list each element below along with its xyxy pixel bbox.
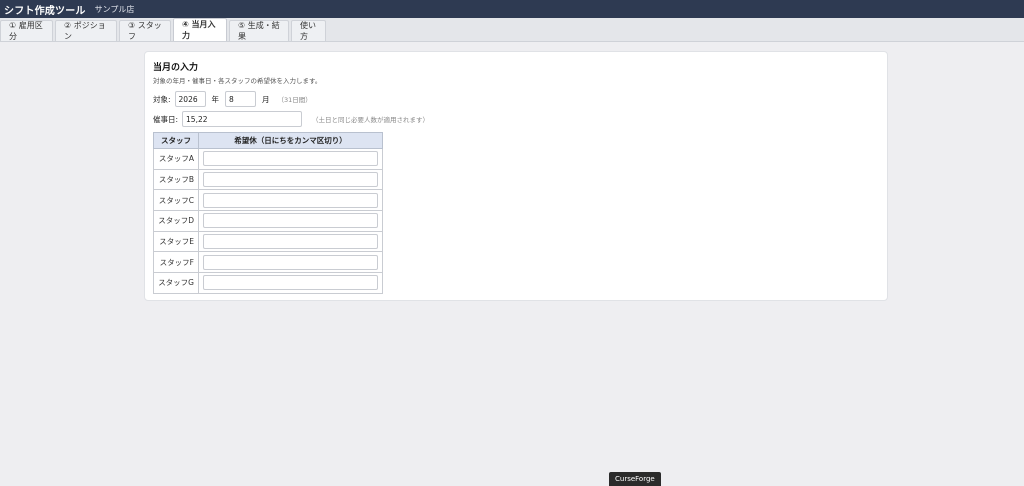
column-header-requested-days-off: 希望休（日にちをカンマ区切り） <box>198 132 383 149</box>
table-row: スタッフF <box>153 251 383 274</box>
tab-positions[interactable]: ② ポジション <box>55 20 117 41</box>
month-unit: 月 <box>262 94 270 104</box>
month-input[interactable]: 8 <box>225 91 257 107</box>
app-title: シフト作成ツール <box>4 5 86 17</box>
column-header-staff: スタッフ <box>153 132 199 149</box>
staff-name: スタッフG <box>153 272 199 294</box>
app-header: シフト作成ツール サンプル店 <box>0 0 1024 18</box>
section-title: 当月の入力 <box>153 63 199 73</box>
event-days-row: 催事日: 15,22 （土日と同じ必要人数が適用されます） <box>153 111 429 127</box>
event-days-label: 催事日: <box>153 114 179 124</box>
tab-monthly-input[interactable]: ④ 当月入力 <box>173 18 227 41</box>
staff-name: スタッフD <box>153 210 199 232</box>
staff-name: スタッフB <box>153 168 199 191</box>
table-header-row: スタッフ 希望休（日にちをカンマ区切り） <box>153 132 383 149</box>
store-name: サンプル店 <box>94 4 135 14</box>
tab-how-to-use[interactable]: 使い方 <box>291 20 326 41</box>
staff-name: スタッフA <box>153 148 199 170</box>
section-description: 対象の年月・催事日・各スタッフの希望休を入力します。 <box>153 77 322 85</box>
staff-holiday-table: スタッフ 希望休（日にちをカンマ区切り） スタッフA スタッフB スタッフC ス… <box>153 132 383 294</box>
table-row: スタッフD <box>153 210 383 232</box>
days-hint: （31日間） <box>277 96 312 104</box>
year-unit: 年 <box>211 94 220 104</box>
requested-days-off-input[interactable] <box>203 275 378 291</box>
requested-days-off-input[interactable] <box>203 172 378 188</box>
event-days-hint: （土日と同じ必要人数が適用されます） <box>312 116 430 124</box>
table-row: スタッフB <box>153 168 383 191</box>
requested-days-off-input[interactable] <box>203 192 378 208</box>
target-month-row: 対象: 2026 年 8 月 （31日間） <box>153 91 312 107</box>
event-days-input[interactable]: 15,22 <box>182 111 303 127</box>
tab-bar: ① 雇用区分 ② ポジション ③ スタッフ ④ 当月入力 ⑤ 生成・結果 使い方 <box>0 18 1024 42</box>
target-label: 対象: <box>153 94 171 104</box>
table-row: スタッフA <box>153 148 383 170</box>
requested-days-off-input[interactable] <box>203 254 378 270</box>
tab-employment-type[interactable]: ① 雇用区分 <box>0 20 53 41</box>
requested-days-off-input[interactable] <box>203 151 378 167</box>
tab-generate-results[interactable]: ⑤ 生成・結果 <box>229 20 289 41</box>
staff-name: スタッフE <box>153 230 199 253</box>
year-input[interactable]: 2026 <box>174 91 206 107</box>
tab-staff[interactable]: ③ スタッフ <box>119 20 171 41</box>
requested-days-off-input[interactable] <box>203 213 378 229</box>
tooltip: CurseForge <box>609 472 661 486</box>
monthly-input-card: 当月の入力 対象の年月・催事日・各スタッフの希望休を入力します。 対象: 202… <box>144 51 888 301</box>
table-row: スタッフG <box>153 272 383 294</box>
table-row: スタッフC <box>153 189 383 212</box>
staff-name: スタッフF <box>153 251 199 274</box>
requested-days-off-input[interactable] <box>203 234 378 250</box>
staff-name: スタッフC <box>153 189 199 212</box>
table-row: スタッフE <box>153 230 383 253</box>
